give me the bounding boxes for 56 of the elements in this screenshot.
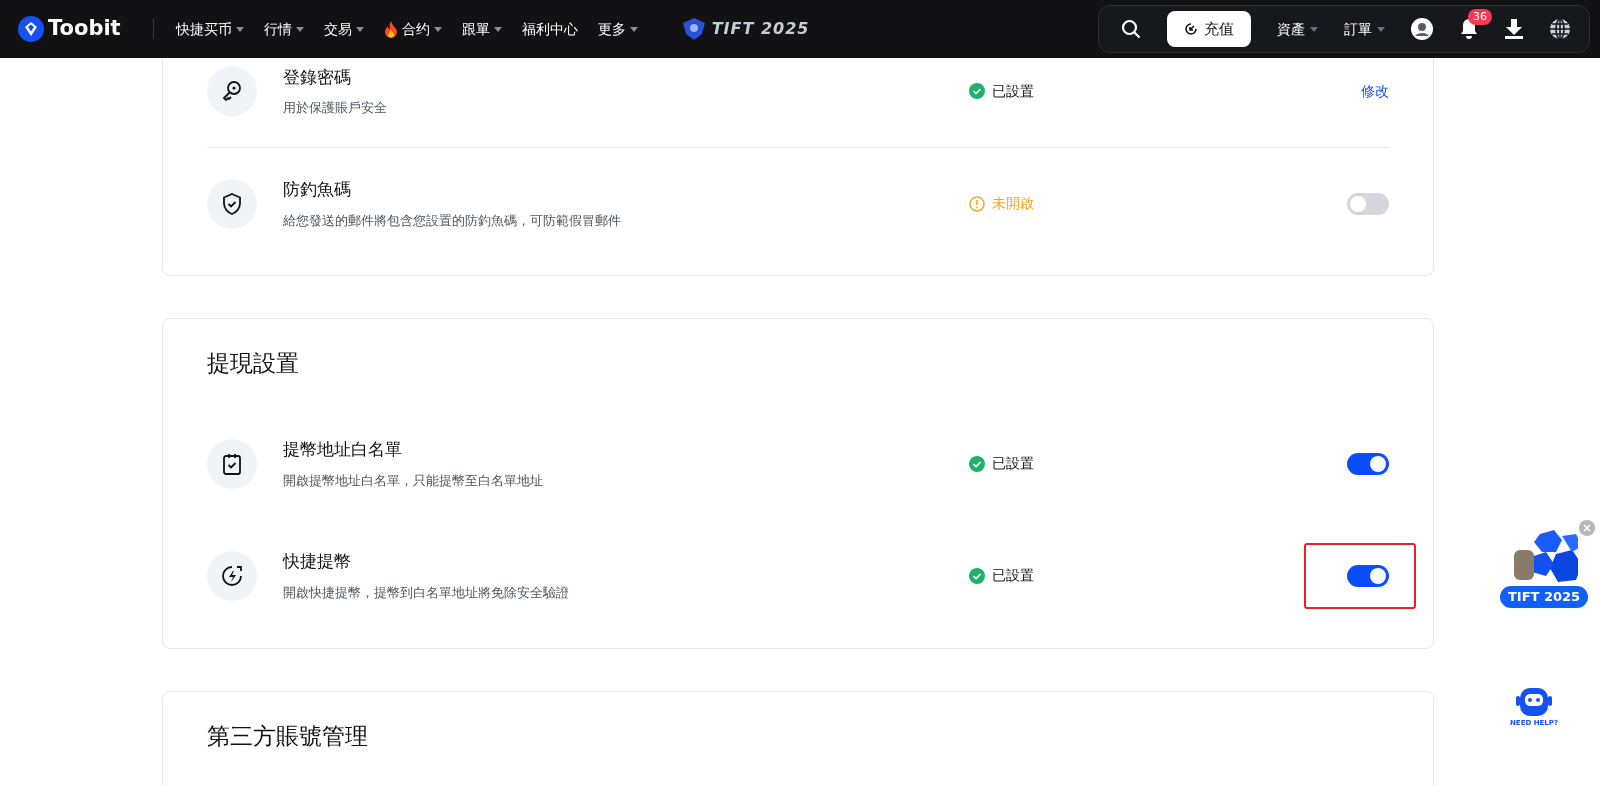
profile-button[interactable] xyxy=(1411,18,1433,40)
nav-menu-item[interactable]: 訂單 xyxy=(1344,18,1385,40)
nav-menu-item[interactable]: 快捷买币 xyxy=(175,18,244,40)
caret-icon xyxy=(235,26,244,32)
caret-icon xyxy=(493,26,502,32)
deposit-button[interactable]: 充值 xyxy=(1167,11,1251,47)
caret-icon xyxy=(629,26,638,32)
nav-menu-item[interactable]: 合约 xyxy=(383,18,442,40)
status-text: 已設置 xyxy=(992,566,1034,586)
notification-count: 36 xyxy=(1468,9,1492,25)
avatar-icon xyxy=(1411,18,1433,40)
caret-icon xyxy=(433,26,442,32)
shield-check-icon xyxy=(220,191,244,216)
toggle-switch[interactable] xyxy=(1347,192,1389,215)
setting-description: 用於保護賬戶安全 xyxy=(283,99,388,117)
nav-menu-item[interactable]: 資產 xyxy=(1277,18,1318,40)
lightning-clock-icon xyxy=(220,563,244,588)
promo-badge[interactable]: TIFT 2025 xyxy=(1500,586,1589,608)
setting-description: 開啟快捷提幣，提幣到白名單地址將免除安全驗證 xyxy=(283,583,570,602)
search-button[interactable] xyxy=(1121,19,1141,39)
search-icon xyxy=(1121,19,1141,39)
globe-icon xyxy=(1549,18,1571,40)
download-button[interactable] xyxy=(1505,19,1523,39)
close-icon xyxy=(1579,520,1595,536)
language-button[interactable] xyxy=(1549,18,1571,40)
caret-icon xyxy=(295,26,304,32)
status-text: 已設置 xyxy=(992,454,1034,474)
logo-icon xyxy=(18,16,44,42)
flame-icon xyxy=(383,20,398,38)
section-title: 第三方賬號管理 xyxy=(207,721,369,751)
nav-menu-item[interactable]: 福利中心 xyxy=(521,18,578,40)
key-icon xyxy=(220,79,244,103)
clipboard-check-icon xyxy=(220,451,244,476)
edit-link[interactable]: 修改 xyxy=(1361,80,1389,102)
status-text: 已設置 xyxy=(992,81,1034,101)
setting-title: 提幣地址白名單 xyxy=(283,438,403,462)
nav-menu-item[interactable]: 更多 xyxy=(597,18,638,40)
setting-title: 快捷提幣 xyxy=(283,550,352,574)
caret-icon xyxy=(1310,26,1318,32)
status-text: 未開啟 xyxy=(992,194,1034,213)
setting-description: 給您發送的郵件將包含您設置的防釣魚碼，可防範假冒郵件 xyxy=(283,211,622,230)
toggle-switch[interactable] xyxy=(1347,564,1389,587)
caret-icon xyxy=(1377,26,1385,32)
download-icon xyxy=(1505,19,1523,39)
event-logo: TIFT 2025 xyxy=(711,18,810,40)
section-title: 提現設置 xyxy=(207,349,300,378)
setting-title: 防釣魚碼 xyxy=(283,178,352,201)
nav-menu-item[interactable]: 跟單 xyxy=(461,18,502,40)
nav-menu-item[interactable]: 行情 xyxy=(263,18,304,40)
nav-menu-item[interactable]: 交易 xyxy=(323,18,364,40)
caret-icon xyxy=(355,26,364,32)
logo-text: Toobit xyxy=(48,15,121,43)
deposit-icon xyxy=(1184,22,1198,36)
toggle-switch[interactable] xyxy=(1347,452,1389,475)
setting-description: 開啟提幣地址白名單，只能提幣至白名單地址 xyxy=(283,471,544,490)
setting-title: 登錄密碼 xyxy=(283,65,352,89)
